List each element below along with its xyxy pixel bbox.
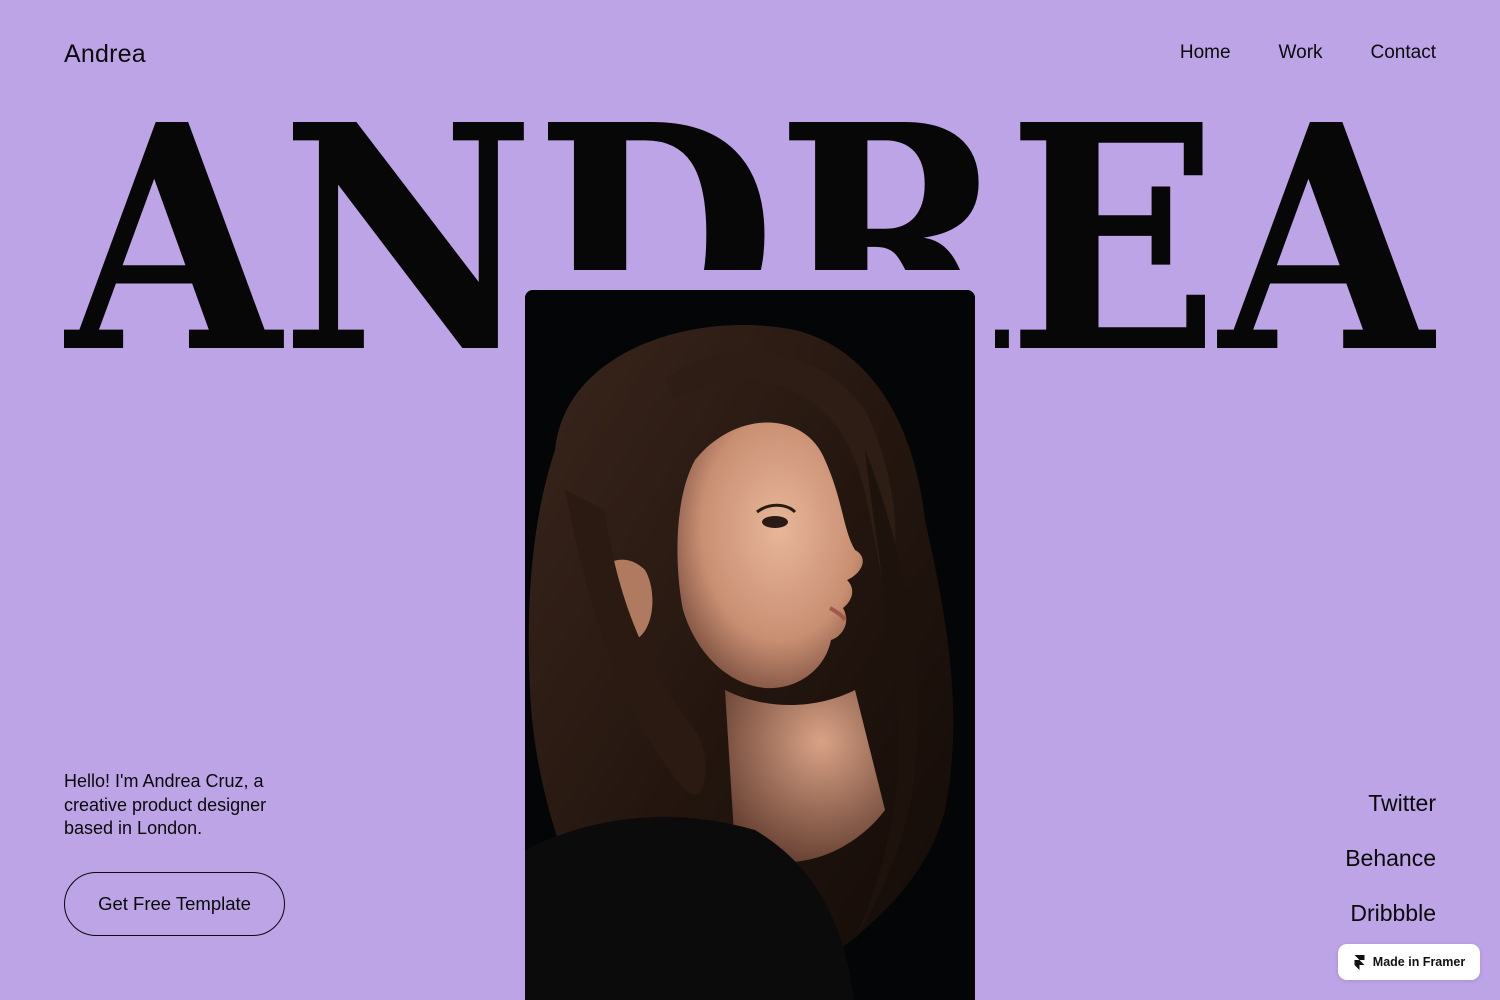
- main-nav: Home Work Contact: [1180, 42, 1436, 64]
- nav-item-work[interactable]: Work: [1279, 42, 1323, 64]
- page: Andrea Home Work Contact ANDREA Hello! I…: [0, 0, 1500, 1000]
- framer-logo-icon: [1354, 954, 1365, 970]
- social-link-twitter[interactable]: Twitter: [1368, 790, 1436, 817]
- social-links: Twitter Behance Dribbble: [1345, 790, 1436, 927]
- made-in-framer-badge[interactable]: Made in Framer: [1338, 944, 1480, 980]
- badge-label: Made in Framer: [1372, 955, 1466, 969]
- nav-item-home[interactable]: Home: [1180, 42, 1231, 64]
- nav-item-contact[interactable]: Contact: [1371, 42, 1436, 64]
- portrait-photo: [525, 290, 975, 1000]
- site-logo[interactable]: Andrea: [64, 40, 146, 69]
- social-link-behance[interactable]: Behance: [1345, 845, 1436, 872]
- intro-text: Hello! I'm Andrea Cruz, a creative produ…: [64, 771, 267, 838]
- portrait-illustration: [525, 290, 975, 1000]
- get-free-template-button[interactable]: Get Free Template: [64, 872, 285, 936]
- social-link-dribbble[interactable]: Dribbble: [1350, 900, 1436, 927]
